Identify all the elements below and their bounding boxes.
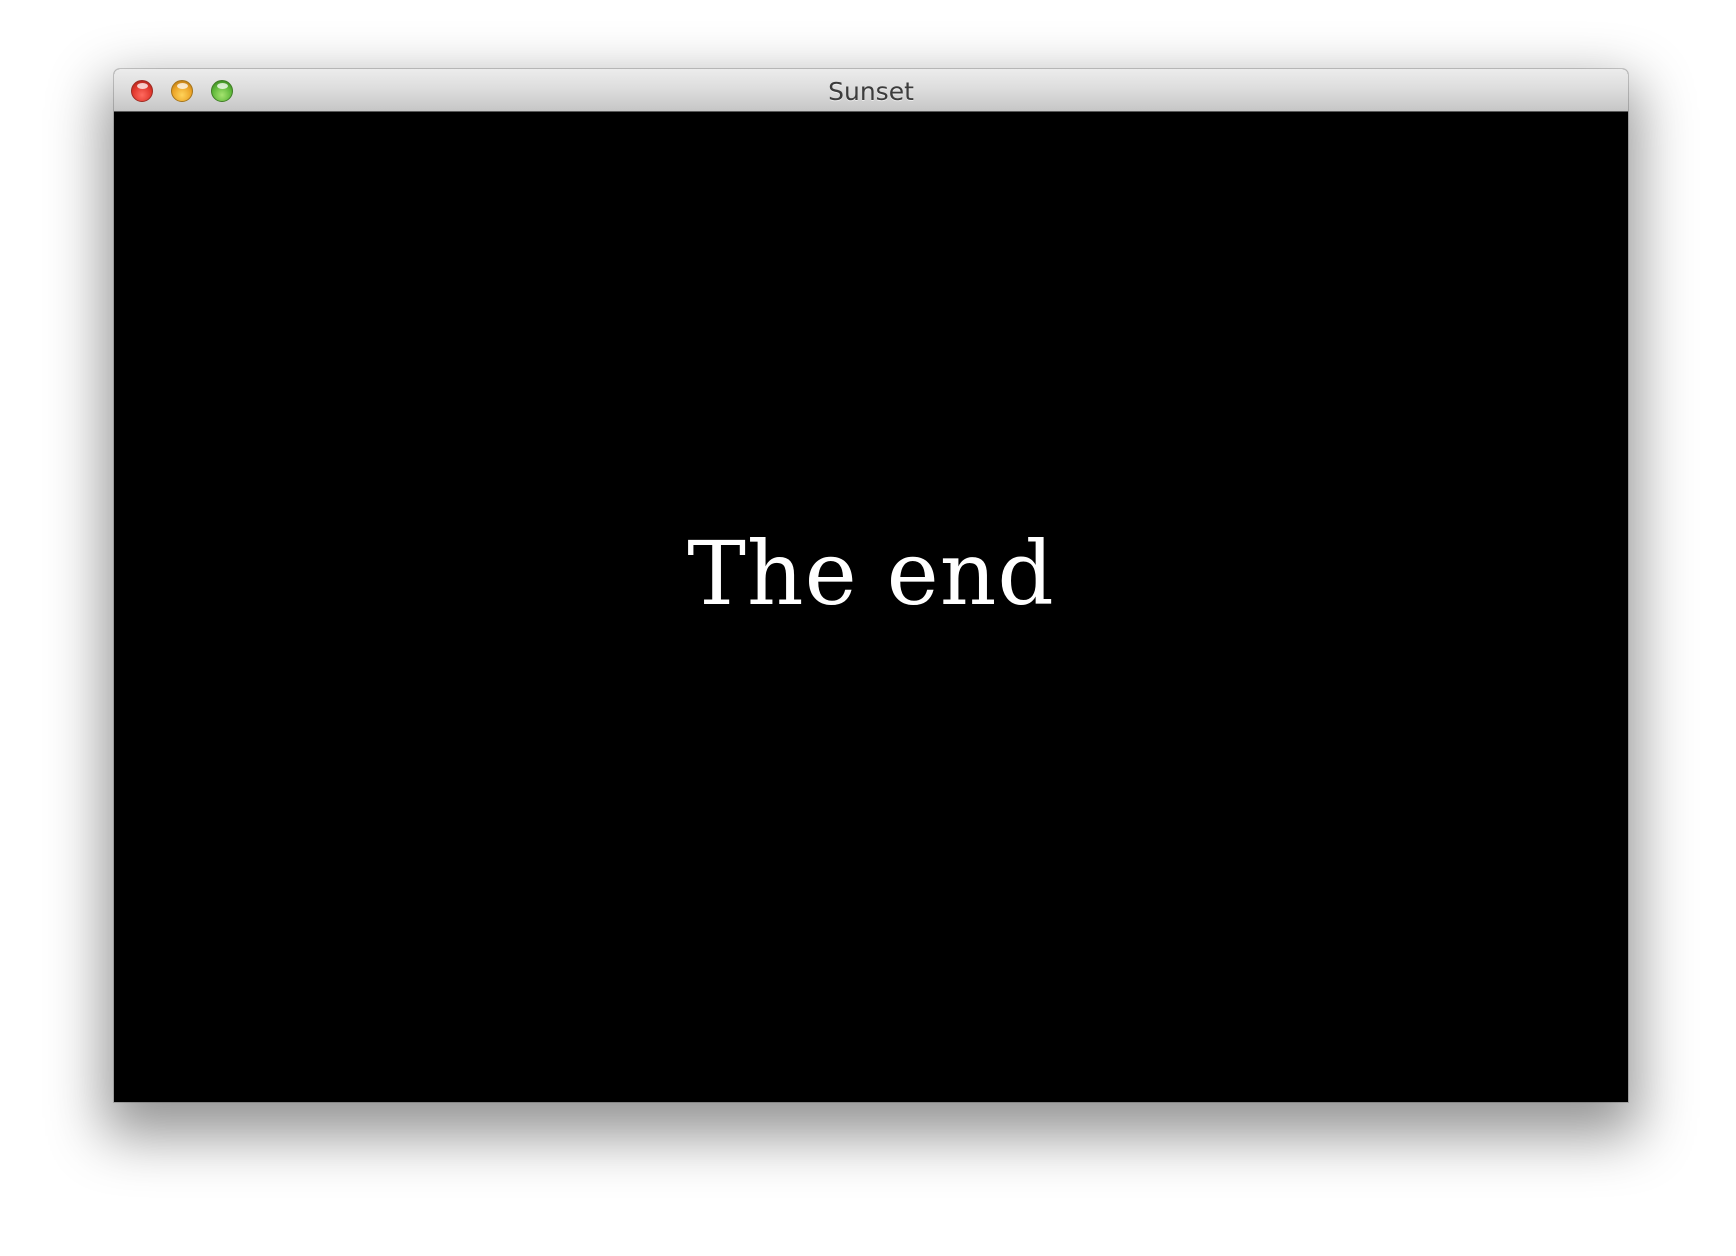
game-canvas[interactable]: The end <box>114 112 1628 1102</box>
app-window: Sunset The end <box>114 69 1628 1102</box>
title-bar[interactable]: Sunset <box>114 69 1628 112</box>
end-message: The end <box>687 522 1055 625</box>
window-title: Sunset <box>828 77 914 106</box>
